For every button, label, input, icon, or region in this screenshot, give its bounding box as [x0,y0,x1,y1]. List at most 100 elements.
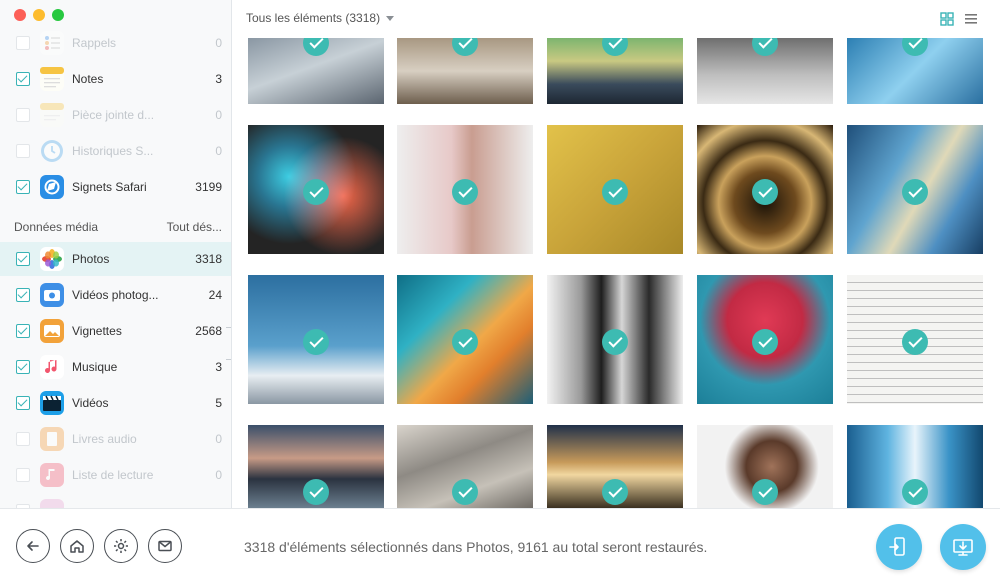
attachment-icon [40,103,64,127]
checkbox[interactable] [16,180,30,194]
list-view-icon[interactable] [964,12,978,26]
sidebar-item-photo-videos[interactable]: Vidéos photog... 24 [0,278,231,312]
photo-thumbnail[interactable] [697,38,833,104]
checkbox[interactable] [16,72,30,86]
sidebar-item-notes[interactable]: Notes 3 [0,62,231,96]
sidebar-item-attachments[interactable]: Pièce jointe d... 0 [0,98,231,132]
sidebar-item-music[interactable]: Musique 3 [0,350,231,384]
settings-icon [114,539,128,553]
photo-thumbnail[interactable] [397,275,533,404]
checkbox[interactable] [16,468,30,482]
photo-thumbnail[interactable] [248,125,384,254]
checkbox[interactable] [16,108,30,122]
sidebar-item-label: Vignettes [72,324,122,338]
home-icon [70,540,84,553]
deselect-all-link[interactable]: Tout dés... [167,220,222,234]
zoom-window-button[interactable] [52,9,64,21]
sidebar-item-history[interactable]: Historiques S... 0 [0,134,231,168]
app-window: Rappels 0 Notes 3 Pièce jointe d... 0 Hi… [0,0,1000,580]
photo-thumbnail[interactable] [248,38,384,104]
check-icon [602,479,628,505]
photo-thumbnail[interactable] [847,38,983,104]
checkbox[interactable] [16,360,30,374]
back-button[interactable] [16,529,50,563]
check-icon [752,479,778,505]
photo-thumbnail[interactable] [248,275,384,404]
sidebar-item-label: Vidéos photog... [72,288,159,302]
photo-thumbnail[interactable] [397,125,533,254]
mail-button[interactable] [148,529,182,563]
history-icon [40,139,64,163]
sidebar-item-count: 3318 [195,252,222,266]
notes-icon [40,67,64,91]
sidebar-item-count: 3 [215,72,222,86]
sidebar-item-label: Historiques S... [72,144,154,158]
photos-icon [40,247,64,271]
content-toolbar: Tous les éléments (3318) [233,0,1000,38]
photo-thumbnail[interactable] [397,425,533,508]
scrollbar-tick [226,359,231,360]
filter-dropdown[interactable]: Tous les éléments (3318) [246,11,395,25]
sidebar-item-count: 3199 [195,180,222,194]
sidebar-item-reminders[interactable]: Rappels 0 [0,26,231,60]
grid-view-icon[interactable] [940,12,954,26]
chevron-down-icon [386,15,395,21]
sidebar-item-playlist[interactable]: Liste de lecture 0 [0,458,231,492]
photo-thumbnail[interactable] [397,38,533,104]
sidebar-item-photos[interactable]: Photos 3318 [0,242,231,276]
check-icon [452,329,478,355]
sidebar-item-label: Musique [72,360,118,374]
sidebar-item-partial [0,494,231,508]
sidebar-item-count: 3 [215,360,222,374]
sidebar-item-label: Notes [72,72,104,86]
photo-thumbnail[interactable] [248,425,384,508]
photo-thumbnail[interactable] [547,125,683,254]
restore-to-computer-button[interactable] [940,524,986,570]
check-icon [902,179,928,205]
close-window-button[interactable] [14,9,26,21]
sidebar-item-count: 0 [215,36,222,50]
check-icon [452,479,478,505]
check-icon [902,329,928,355]
checkbox[interactable] [16,144,30,158]
window-controls [14,9,64,21]
photo-thumbnail[interactable] [847,275,983,404]
checkbox[interactable] [16,252,30,266]
photo-thumbnail[interactable] [697,125,833,254]
sidebar-item-label: Rappels [72,36,117,50]
photo-thumbnail[interactable] [697,425,833,508]
check-icon [902,38,928,56]
sidebar-item-safari-bookmarks[interactable]: Signets Safari 3199 [0,170,231,204]
check-icon [303,479,329,505]
photo-thumbnail[interactable] [847,425,983,508]
sidebar-item-videos[interactable]: Vidéos 5 [0,386,231,420]
photo-thumbnail[interactable] [847,125,983,254]
checkbox[interactable] [16,396,30,410]
sidebar-item-count: 0 [215,432,222,446]
sidebar-item-thumbnails[interactable]: Vignettes 2568 [0,314,231,348]
photo-grid [233,38,1000,508]
checkbox[interactable] [16,324,30,338]
minimize-window-button[interactable] [33,9,45,21]
section-media-data: Données média Tout dés... [0,214,231,240]
back-icon [27,541,39,551]
thumbnails-icon [40,319,64,343]
restore-to-computer-icon [953,539,973,556]
settings-button[interactable] [104,529,138,563]
videos-icon [40,391,64,415]
sidebar-item-audiobooks[interactable]: Livres audio 0 [0,422,231,456]
status-text: 3318 d'éléments sélectionnés dans Photos… [244,539,708,555]
home-button[interactable] [60,529,94,563]
restore-to-device-button[interactable] [876,524,922,570]
check-icon [602,329,628,355]
checkbox[interactable] [16,432,30,446]
photo-thumbnail[interactable] [547,425,683,508]
photo-thumbnail[interactable] [697,275,833,404]
checkbox[interactable] [16,36,30,50]
audiobooks-icon [40,427,64,451]
check-icon [602,179,628,205]
checkbox[interactable] [16,288,30,302]
photo-thumbnail[interactable] [547,38,683,104]
photo-thumbnail[interactable] [547,275,683,404]
sidebar-item-label: Photos [72,252,110,266]
